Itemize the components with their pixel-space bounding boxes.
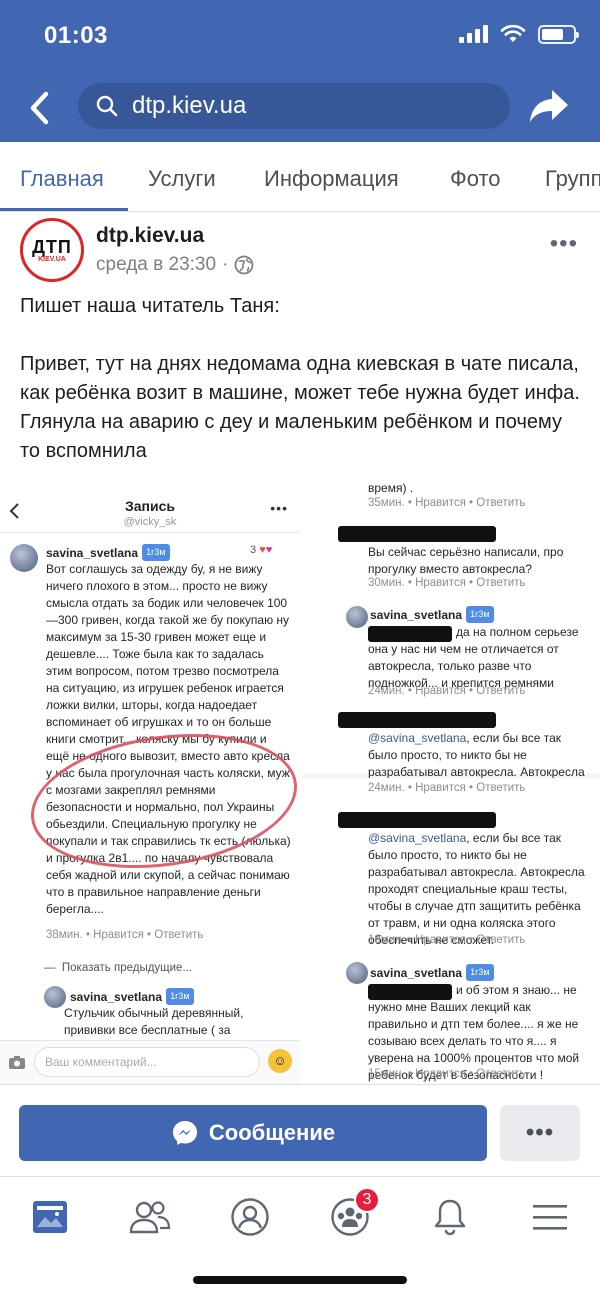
nav-friends[interactable] (120, 1189, 180, 1245)
message-button[interactable]: Сообщение (19, 1105, 487, 1161)
comment-likes: 3 ♥♥ (250, 544, 273, 556)
screen-more-icon: ••• (270, 500, 288, 516)
commenter-avatar (346, 606, 368, 628)
post-paragraph: Привет, тут на днях недомама одна киевск… (20, 353, 580, 462)
post-meta: среда в 23:30 · (96, 254, 254, 276)
share-icon[interactable] (528, 86, 570, 126)
action-row: Сообщение ••• (0, 1084, 600, 1176)
comment-username: savina_svetlana (370, 966, 463, 980)
redacted-username (338, 526, 496, 542)
back-arrow-icon[interactable] (24, 88, 56, 128)
profile-icon (231, 1198, 269, 1236)
comment-badge: 1г3м (466, 964, 494, 981)
commenter-avatar (10, 544, 38, 572)
screen-subtitle: @vicky_sk (123, 516, 177, 528)
reply-username: savina_svetlana (70, 990, 163, 1004)
comment-text: да на полном серьезе она у нас ни чем не… (368, 625, 579, 690)
prev-comment-tail: время) . (368, 481, 414, 495)
post-text: Пишет наша читатель Таня: Привет, тут на… (20, 292, 586, 495)
menu-icon (533, 1205, 567, 1230)
comment-meta: 24мин. • Нравится • Ответить (368, 782, 526, 794)
tab-photo[interactable]: Фото (450, 166, 501, 192)
show-previous[interactable]: — Показать предыдущие... (44, 962, 192, 974)
screen-title: Запись (124, 498, 175, 514)
post-paragraph: Пишет наша читатель Таня: (20, 295, 280, 317)
reply-avatar (44, 986, 66, 1008)
active-tab-indicator (0, 208, 128, 211)
nav-notifications[interactable] (420, 1189, 480, 1245)
notification-badge: 3 (354, 1187, 380, 1213)
redacted-username (338, 812, 496, 828)
nav-groups[interactable]: 3 (320, 1187, 380, 1245)
tab-services[interactable]: Услуги (148, 166, 216, 192)
comment-meta: 30мин. • Нравится • Ответить (368, 577, 526, 589)
home-indicator (193, 1276, 407, 1284)
prev-comment-meta: 35мин. • Нравится • Ответить (368, 497, 526, 509)
status-time: 01:03 (44, 22, 108, 49)
camera-icon (9, 1056, 25, 1069)
comment-meta: 38мин. • Нравится • Ответить (46, 929, 204, 941)
redacted-username (338, 712, 496, 728)
reply-badge: 1г3м (166, 988, 194, 1005)
top-bar: 01:03 dtp.kiev.ua (0, 0, 600, 142)
tab-main[interactable]: Главная (20, 166, 104, 192)
comment-username: savina_svetlana (370, 608, 463, 622)
comment-meta: 19мин. • Нравится • Ответить (368, 934, 526, 946)
tab-info[interactable]: Информация (264, 166, 399, 192)
comment-meta: 24мин. • Нравится • Ответить (368, 685, 526, 697)
commenter-avatar (346, 962, 368, 984)
comment-badge: 1г3м (466, 606, 494, 623)
comment-meta: 15мин. • Нравится • Ответить (368, 1068, 526, 1080)
comment-text: Вы сейчас серьёзно написали, про прогулк… (368, 545, 564, 576)
page-name[interactable]: dtp.kiev.ua (96, 224, 204, 248)
tab-groups[interactable]: Групп (545, 166, 600, 192)
friends-icon (129, 1201, 171, 1234)
meta-separator: · (222, 254, 229, 275)
nav-menu[interactable] (520, 1189, 580, 1245)
bell-icon (434, 1199, 466, 1236)
page-tabs: Главная Услуги Информация Фото Групп (0, 142, 600, 212)
comment-username: savina_svetlana (46, 546, 139, 560)
more-actions-button[interactable]: ••• (500, 1105, 580, 1161)
cellular-signal-icon (459, 25, 488, 43)
comment-badge: 1г3м (142, 544, 170, 561)
post-header: ДТП KIEV.UA dtp.kiev.ua среда в 23:30 · … (0, 212, 600, 292)
status-icons (459, 24, 579, 44)
comment-input: Ваш комментарий... (34, 1047, 260, 1077)
post-time[interactable]: среда в 23:30 (96, 254, 216, 276)
avatar-logo-sub: KIEV.UA (38, 255, 66, 263)
nav-feed[interactable] (20, 1189, 80, 1245)
emoji-icon: ☺ (268, 1049, 292, 1073)
post-image-right[interactable]: время) . 35мин. • Нравится • Ответить Вы… (302, 472, 600, 1084)
comment-text: @savina_svetlana, если бы все так было п… (368, 831, 585, 947)
battery-icon (538, 24, 579, 44)
nav-profile[interactable] (220, 1189, 280, 1245)
url-search-bar[interactable]: dtp.kiev.ua (78, 83, 510, 129)
avatar-logo-text: ДТП (32, 236, 72, 257)
message-button-label: Сообщение (208, 1120, 336, 1145)
globe-icon (235, 255, 254, 275)
reply-text: Стульчик обычный деревянный, прививки вс… (64, 1006, 244, 1037)
search-icon (96, 95, 118, 117)
news-feed-icon (33, 1201, 67, 1233)
post-image-left[interactable]: Запись @vicky_sk ••• savina_svetlana 1г3м… (0, 472, 300, 1084)
wifi-icon (500, 24, 526, 42)
url-text: dtp.kiev.ua (132, 92, 247, 119)
messenger-icon (172, 1121, 197, 1145)
page-avatar[interactable]: ДТП KIEV.UA (20, 218, 84, 282)
post-options-button[interactable]: ••• (550, 230, 578, 258)
